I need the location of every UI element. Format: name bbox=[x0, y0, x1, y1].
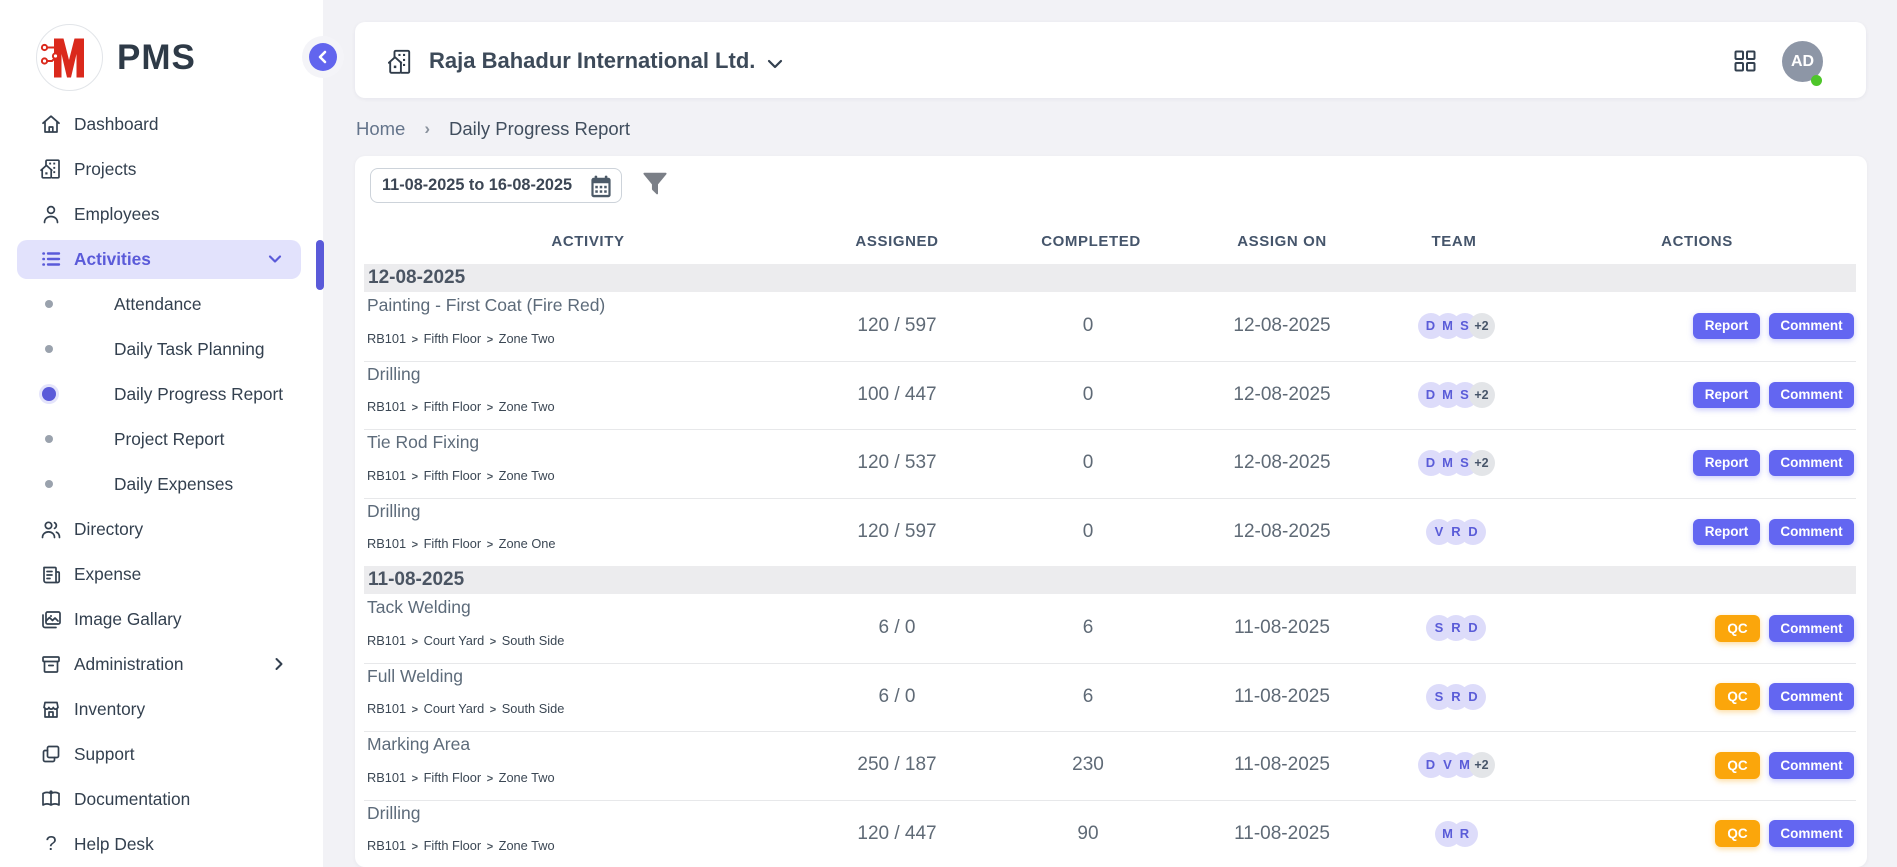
svg-text:?: ? bbox=[45, 833, 56, 855]
